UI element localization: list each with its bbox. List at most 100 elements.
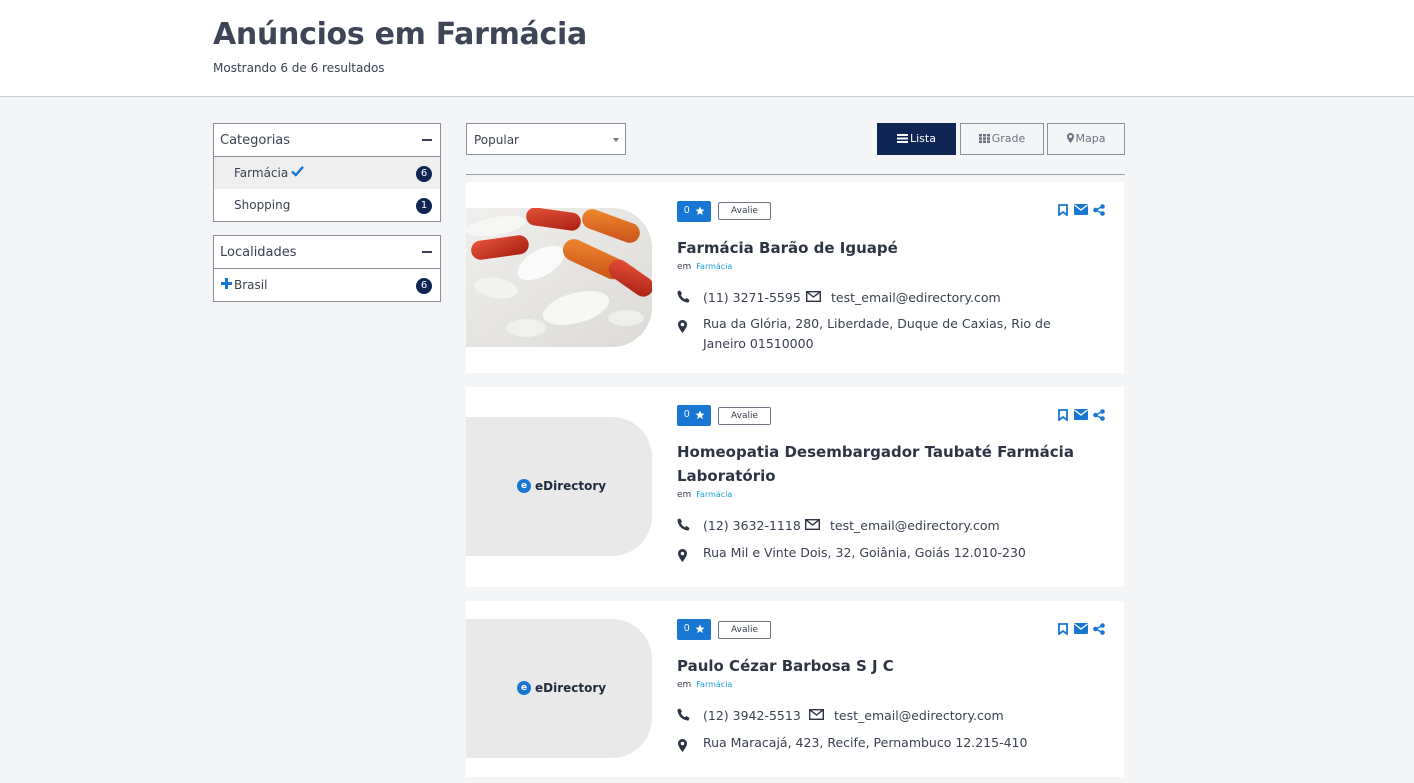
categories-filter-header[interactable]: Categorias: [214, 124, 440, 157]
bookmark-icon[interactable]: [1058, 204, 1068, 216]
checkmark-icon: [291, 166, 304, 177]
map-marker-icon: [1066, 133, 1074, 143]
dropdown-caret-icon: [613, 138, 619, 142]
view-map-button[interactable]: Mapa: [1047, 123, 1125, 155]
rating-button[interactable]: 0: [677, 619, 711, 640]
bookmark-icon[interactable]: [1058, 409, 1068, 421]
page-title: Anúncios em Farmácia: [213, 17, 587, 52]
expand-plus-icon[interactable]: [221, 278, 232, 289]
location-count-badge: 6: [416, 278, 432, 294]
category-link[interactable]: Farmácia: [696, 680, 732, 689]
envelope-outline-icon: [809, 709, 824, 720]
results-divider: [466, 174, 1125, 175]
rating-value: 0: [684, 409, 690, 420]
view-grid-button[interactable]: Grade: [960, 123, 1044, 155]
share-icon[interactable]: [1093, 204, 1105, 216]
listing-image-pills[interactable]: [466, 208, 652, 347]
categories-filter: Categorias Farmácia 6 Shopping 1: [213, 123, 441, 222]
review-button[interactable]: Avalie: [718, 621, 771, 639]
view-grid-label: Grade: [991, 132, 1026, 145]
phone-icon: [677, 518, 690, 531]
pills-photo: [466, 208, 652, 347]
logo-text: eDirectory: [535, 681, 607, 695]
view-map-label: Mapa: [1075, 132, 1106, 145]
rating-button[interactable]: 0: [677, 201, 711, 222]
locations-filter: Localidades Brasil 6: [213, 235, 441, 302]
listing-image-placeholder[interactable]: e eDirectory: [466, 417, 652, 556]
collapse-icon[interactable]: [422, 139, 432, 141]
phone-icon: [677, 708, 690, 721]
locations-filter-title: Localidades: [220, 245, 297, 260]
category-item-farmacia[interactable]: Farmácia 6: [214, 157, 440, 189]
envelope-icon[interactable]: [1074, 623, 1088, 634]
listing-actions: [1058, 623, 1108, 637]
map-pin-icon: [678, 320, 687, 333]
bookmark-icon[interactable]: [1058, 623, 1068, 635]
locations-filter-header[interactable]: Localidades: [214, 236, 440, 269]
category-label: Shopping: [234, 198, 291, 212]
listing-actions: [1058, 204, 1108, 218]
star-icon: [695, 206, 705, 215]
envelope-outline-icon: [806, 291, 821, 302]
listing-actions: [1058, 409, 1108, 423]
envelope-icon[interactable]: [1074, 204, 1088, 215]
listing-category: em Farmácia: [677, 680, 732, 690]
edirectory-logo: e eDirectory: [517, 479, 606, 493]
listing-title[interactable]: Homeopatia Desembargador Taubaté Farmáci…: [677, 440, 1077, 488]
listing-email[interactable]: test_email@edirectory.com: [834, 708, 1004, 723]
map-pin-icon: [678, 549, 687, 562]
logo-text: eDirectory: [535, 479, 607, 493]
share-icon[interactable]: [1093, 409, 1105, 421]
rating-value: 0: [684, 623, 690, 634]
listing-email[interactable]: test_email@edirectory.com: [831, 290, 1001, 305]
category-link[interactable]: Farmácia: [696, 490, 732, 499]
category-link[interactable]: Farmácia: [696, 262, 732, 271]
view-list-button[interactable]: Lista: [877, 123, 956, 155]
star-icon: [695, 410, 705, 419]
view-list-label: Lista: [910, 132, 936, 145]
listing-phone[interactable]: (12) 3942-5513: [703, 708, 801, 723]
edirectory-logo-icon: e: [517, 681, 531, 695]
category-in-label: em: [677, 490, 692, 500]
envelope-outline-icon: [805, 519, 820, 530]
categories-filter-title: Categorias: [220, 133, 291, 148]
envelope-icon[interactable]: [1074, 409, 1088, 420]
review-button[interactable]: Avalie: [718, 407, 771, 425]
category-label: Farmácia: [234, 166, 289, 180]
listing-title[interactable]: Paulo Cézar Barbosa S J C: [677, 654, 1077, 678]
sort-select[interactable]: Popular: [466, 123, 626, 155]
category-item-shopping[interactable]: Shopping 1: [214, 189, 440, 221]
edirectory-logo-icon: e: [517, 479, 531, 493]
rating-value: 0: [684, 205, 690, 216]
listing-category: em Farmácia: [677, 262, 732, 272]
map-pin-icon: [678, 739, 687, 752]
review-button[interactable]: Avalie: [718, 202, 771, 220]
rating-button[interactable]: 0: [677, 405, 711, 426]
listing-phone[interactable]: (11) 3271-5595: [703, 290, 801, 305]
listing-email[interactable]: test_email@edirectory.com: [830, 518, 1000, 533]
page-header: Anúncios em Farmácia Mostrando 6 de 6 re…: [0, 0, 1414, 97]
edirectory-logo: e eDirectory: [517, 681, 606, 695]
collapse-icon[interactable]: [422, 251, 432, 253]
category-count-badge: 1: [416, 198, 432, 214]
location-item-brasil[interactable]: Brasil 6: [214, 269, 440, 301]
phone-icon: [677, 290, 690, 303]
listing-image-placeholder[interactable]: e eDirectory: [466, 619, 652, 758]
listing-card: e eDirectory 0 Avalie Paulo Cézar Barbosa…: [466, 601, 1124, 777]
listing-address: Rua Mil e Vinte Dois, 32, Goiânia, Goiás…: [703, 545, 1026, 560]
listing-title[interactable]: Farmácia Barão de Iguapé: [677, 236, 1077, 260]
listing-category: em Farmácia: [677, 490, 732, 500]
category-in-label: em: [677, 680, 692, 690]
sort-value: Popular: [474, 133, 519, 147]
listing-card: 0 Avalie Farmácia Barão de Iguapé em Far…: [466, 182, 1124, 373]
share-icon[interactable]: [1093, 623, 1105, 635]
grid-icon: [978, 134, 990, 143]
star-icon: [695, 624, 705, 633]
listing-phone[interactable]: (12) 3632-1118: [703, 518, 801, 533]
listing-card: e eDirectory 0 Avalie Homeopatia Desembar…: [466, 387, 1124, 587]
list-icon: [897, 134, 908, 143]
listing-address: Rua Maracajá, 423, Recife, Pernambuco 12…: [703, 735, 1028, 750]
results-count: Mostrando 6 de 6 resultados: [213, 61, 385, 75]
category-in-label: em: [677, 262, 692, 272]
location-label: Brasil: [234, 278, 268, 292]
